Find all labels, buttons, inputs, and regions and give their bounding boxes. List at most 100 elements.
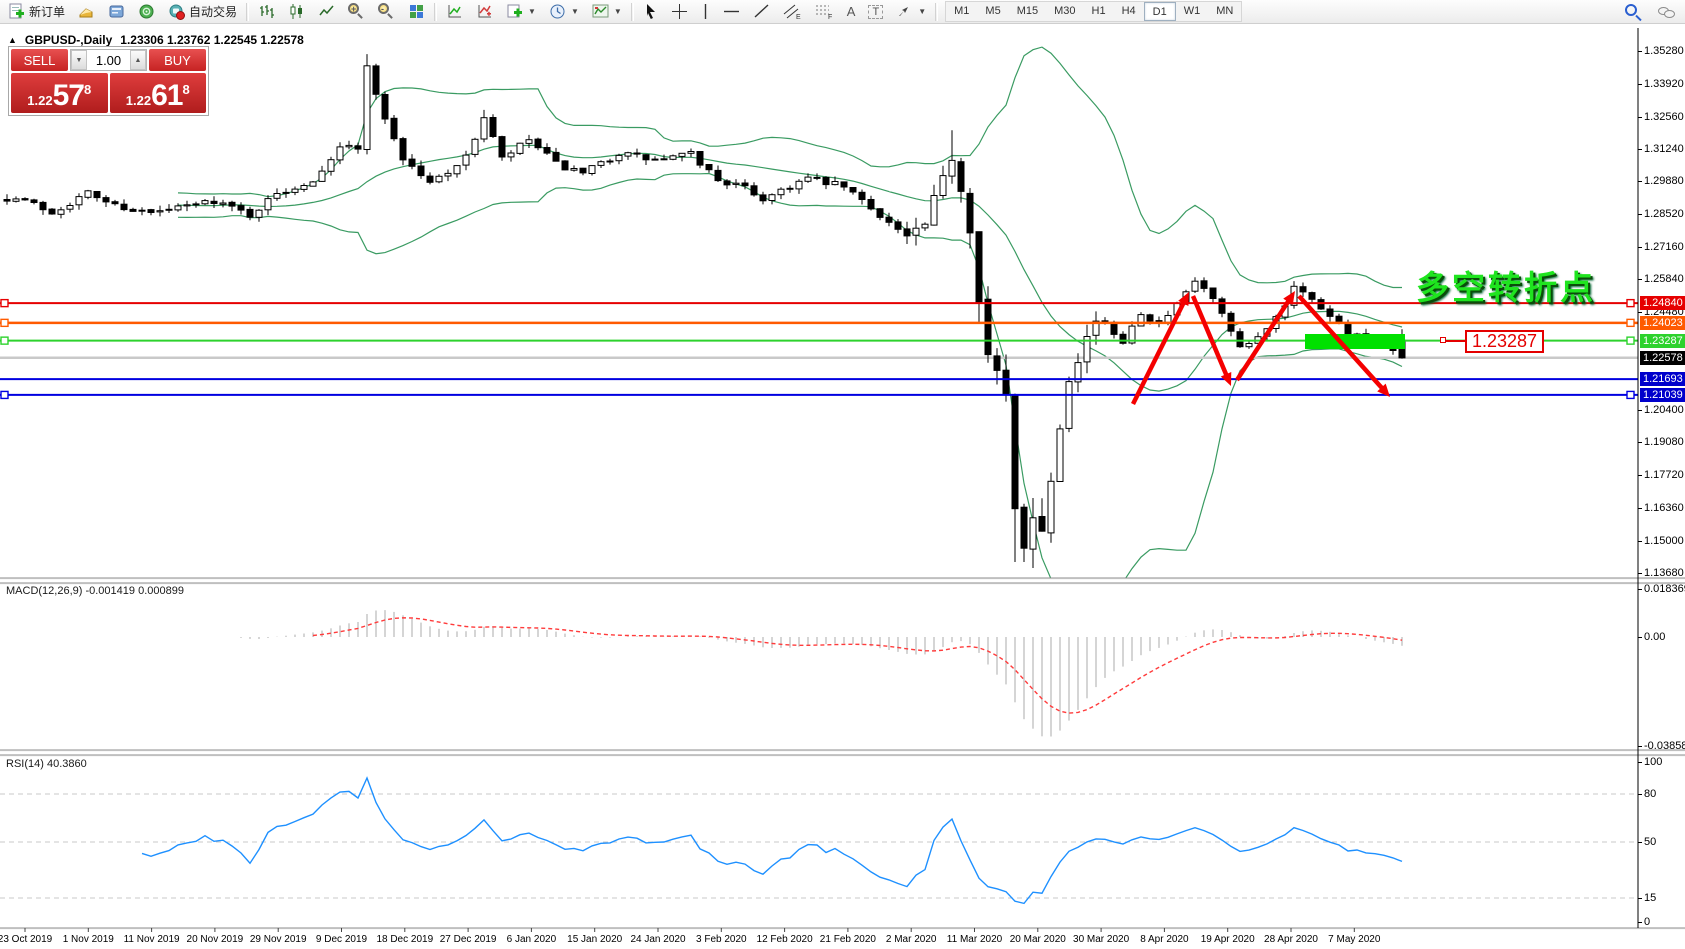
chart-plot[interactable]: [0, 25, 1685, 949]
chart-shift-icon: [476, 3, 493, 20]
new-order-label: 新订单: [29, 3, 65, 20]
trendline-icon: [753, 3, 770, 20]
chart-profile-button[interactable]: ▼: [590, 1, 624, 23]
buy-button[interactable]: BUY: [149, 49, 206, 71]
bar-chart-button[interactable]: [256, 1, 277, 23]
rsi-indicator-label: RSI(14) 40.3860: [6, 758, 87, 770]
callout-connector: [1446, 340, 1465, 342]
horizontal-line-icon: [723, 7, 740, 16]
macd-indicator-label: MACD(12,26,9) -0.001419 0.000899: [6, 585, 184, 597]
timeframe-h1[interactable]: H1: [1084, 2, 1114, 21]
indicators-button[interactable]: [444, 1, 465, 23]
bar-chart-icon: [258, 3, 275, 20]
svg-text:E: E: [796, 14, 801, 20]
callout-handle[interactable]: [1440, 337, 1446, 343]
arrows-tool-button[interactable]: ▼: [894, 1, 928, 23]
toolbar: 新订单 自动交易: [0, 0, 1685, 24]
chevron-down-icon: ▼: [918, 7, 926, 16]
timeframe-w1[interactable]: W1: [1176, 2, 1209, 21]
toolbar-separator: [631, 3, 634, 21]
timeframe-d1[interactable]: D1: [1144, 2, 1176, 21]
autotrading-button[interactable]: 自动交易: [166, 1, 239, 23]
crosshair-icon: [671, 3, 688, 20]
buy-price-box[interactable]: 1.22 61 8: [110, 73, 207, 113]
volume-input[interactable]: [87, 50, 130, 70]
timeframe-m15[interactable]: M15: [1009, 2, 1046, 21]
timeframe-m1[interactable]: M1: [946, 2, 977, 21]
new-chart-icon: [506, 3, 523, 20]
new-chart-button[interactable]: ▼: [504, 1, 538, 23]
fibonacci-icon: F: [815, 3, 834, 20]
line-chart-icon: [318, 3, 335, 20]
text-label-tool-button[interactable]: T: [866, 1, 885, 23]
volume-increase-button[interactable]: ▲: [130, 50, 146, 70]
buy-price-big: 61: [151, 81, 182, 111]
chat-icon: [1658, 4, 1675, 21]
tile-windows-icon: [408, 3, 425, 20]
text-tool-icon: A: [847, 4, 856, 19]
sell-price-small: 1.22: [27, 93, 52, 108]
sell-price-box[interactable]: 1.22 57 8: [11, 73, 108, 113]
toolbar-separator: [246, 3, 249, 21]
zoom-out-icon: -: [378, 3, 395, 20]
mt4-window: 新订单 自动交易: [0, 0, 1685, 949]
market-watch-button[interactable]: [76, 1, 97, 23]
text-tool-button[interactable]: A: [845, 1, 858, 23]
timeframe-m30[interactable]: M30: [1046, 2, 1083, 21]
cursor-icon: [643, 3, 658, 20]
trendline-tool-button[interactable]: [751, 1, 772, 23]
equidistant-channel-icon: E: [783, 3, 802, 20]
zoom-in-icon: +: [348, 3, 365, 20]
volume-decrease-button[interactable]: ▼: [71, 50, 87, 70]
sell-price-sup: 8: [84, 82, 91, 97]
autotrading-label: 自动交易: [189, 3, 237, 20]
new-order-icon: [8, 3, 25, 20]
horizontal-line-tool-button[interactable]: [721, 1, 742, 23]
equidistant-channel-tool-button[interactable]: E: [781, 1, 804, 23]
buy-price-sup: 8: [182, 82, 189, 97]
symbol-ohlc: 1.23306 1.23762 1.22545 1.22578: [120, 33, 304, 47]
timeframe-mn[interactable]: MN: [1208, 2, 1241, 21]
fibonacci-tool-button[interactable]: F: [813, 1, 836, 23]
vertical-line-icon: [701, 3, 710, 20]
toolbar-separator: [434, 3, 437, 21]
price-callout-box[interactable]: 1.23287: [1465, 330, 1544, 353]
text-label-icon: T: [868, 5, 883, 19]
one-click-trading-panel: SELL ▼ ▲ BUY 1.22 57 8 1.22 61 8: [8, 46, 209, 116]
toolbar-separator: [935, 3, 938, 21]
market-watch-icon: [78, 3, 95, 20]
zoom-out-button[interactable]: -: [376, 1, 397, 23]
data-window-button[interactable]: [106, 1, 127, 23]
new-order-button[interactable]: 新订单: [6, 1, 67, 23]
periods-button[interactable]: ▼: [547, 1, 581, 23]
zoom-in-button[interactable]: +: [346, 1, 367, 23]
turning-point-annotation[interactable]: 多空转折点: [1416, 261, 1596, 309]
crosshair-tool-button[interactable]: [669, 1, 690, 23]
candlestick-chart-icon: [288, 3, 305, 20]
timeframe-h4[interactable]: H4: [1114, 2, 1144, 21]
signals-button[interactable]: [136, 1, 157, 23]
line-chart-button[interactable]: [316, 1, 337, 23]
search-icon: [1625, 4, 1642, 21]
search-button[interactable]: [1623, 1, 1644, 23]
sell-button[interactable]: SELL: [11, 49, 68, 71]
collapse-arrow-icon[interactable]: ▲: [8, 35, 17, 45]
chat-button[interactable]: [1656, 1, 1677, 23]
vertical-line-tool-button[interactable]: [699, 1, 712, 23]
data-window-icon: [108, 3, 125, 20]
symbol-name: GBPUSD-,Daily: [25, 33, 112, 47]
autotrading-icon: [168, 3, 185, 20]
clock-icon: [549, 3, 566, 20]
timeframe-m5[interactable]: M5: [977, 2, 1008, 21]
tile-windows-button[interactable]: [406, 1, 427, 23]
candlestick-chart-button[interactable]: [286, 1, 307, 23]
cursor-tool-button[interactable]: [641, 1, 660, 23]
timeframe-toolbar: M1M5M15M30H1H4D1W1MN: [945, 1, 1242, 22]
svg-text:F: F: [828, 14, 832, 20]
chart-shift-button[interactable]: [474, 1, 495, 23]
chart-profile-icon: [592, 3, 609, 20]
chart-window[interactable]: 1.352801.339201.325601.312401.298801.285…: [0, 25, 1685, 949]
arrows-icon: [896, 3, 913, 20]
chevron-down-icon: ▼: [571, 7, 579, 16]
sell-price-big: 57: [53, 81, 84, 111]
